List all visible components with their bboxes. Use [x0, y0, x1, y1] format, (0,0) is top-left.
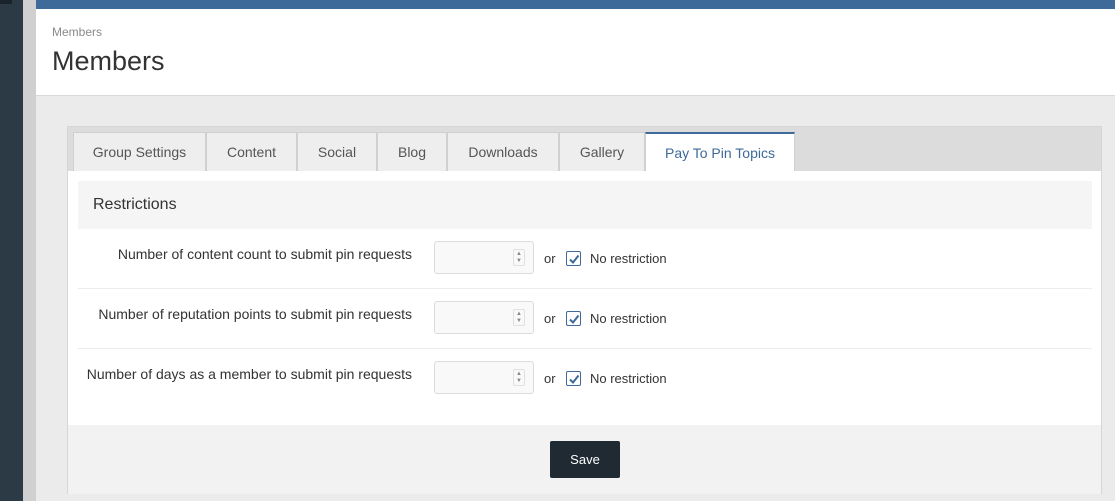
left-gutter — [23, 0, 36, 501]
checkmark-icon — [569, 254, 580, 265]
reputation-points-input[interactable]: ▲ ▼ — [434, 301, 534, 334]
no-restriction-label[interactable]: No restriction — [590, 251, 667, 266]
number-spinner[interactable]: ▲ ▼ — [513, 249, 525, 266]
row-label: Number of content count to submit pin re… — [117, 246, 412, 262]
number-spinner[interactable]: ▲ ▼ — [513, 309, 525, 326]
chevron-down-icon[interactable]: ▼ — [516, 318, 522, 325]
checkmark-icon — [569, 314, 580, 325]
settings-panel: Group Settings Content Social Blog Downl… — [67, 126, 1102, 494]
form-footer: Save — [68, 425, 1101, 494]
chevron-down-icon[interactable]: ▼ — [516, 258, 522, 265]
chevron-up-icon[interactable]: ▲ — [516, 311, 522, 318]
content-area: Group Settings Content Social Blog Downl… — [36, 96, 1115, 501]
row-label: Number of days as a member to submit pin… — [86, 366, 412, 382]
tab-group-settings[interactable]: Group Settings — [73, 132, 206, 171]
setting-row-content-count: Number of content count to submit pin re… — [78, 229, 1092, 289]
number-spinner[interactable]: ▲ ▼ — [513, 369, 525, 386]
no-restriction-checkbox[interactable] — [566, 311, 581, 326]
tab-bar: Group Settings Content Social Blog Downl… — [68, 127, 1101, 171]
no-restriction-label[interactable]: No restriction — [590, 371, 667, 386]
chevron-up-icon[interactable]: ▲ — [516, 371, 522, 378]
tab-content[interactable]: Content — [206, 132, 297, 171]
or-text: or — [544, 251, 556, 266]
no-restriction-label[interactable]: No restriction — [590, 311, 667, 326]
section-title: Restrictions — [93, 196, 177, 213]
top-bar — [36, 0, 1115, 9]
tab-social[interactable]: Social — [297, 132, 377, 171]
row-label: Number of reputation points to submit pi… — [98, 306, 412, 322]
page-title: Members — [52, 46, 165, 76]
no-restriction-checkbox[interactable] — [566, 371, 581, 386]
sidebar-edge — [0, 0, 12, 4]
setting-row-reputation-points: Number of reputation points to submit pi… — [78, 289, 1092, 349]
or-text: or — [544, 371, 556, 386]
left-sidebar — [0, 0, 23, 501]
checkmark-icon — [569, 374, 580, 385]
tab-downloads[interactable]: Downloads — [447, 132, 559, 171]
content-count-input[interactable]: ▲ ▼ — [434, 241, 534, 274]
tab-blog[interactable]: Blog — [377, 132, 447, 171]
no-restriction-checkbox[interactable] — [566, 251, 581, 266]
days-member-input[interactable]: ▲ ▼ — [434, 361, 534, 394]
breadcrumb[interactable]: Members — [52, 25, 102, 39]
page-header: Members Members — [36, 9, 1115, 96]
save-button[interactable]: Save — [550, 441, 620, 478]
section-header: Restrictions — [78, 181, 1092, 229]
tab-pay-to-pin-topics[interactable]: Pay To Pin Topics — [645, 132, 795, 171]
tab-gallery[interactable]: Gallery — [559, 132, 645, 171]
chevron-up-icon[interactable]: ▲ — [516, 251, 522, 258]
or-text: or — [544, 311, 556, 326]
chevron-down-icon[interactable]: ▼ — [516, 378, 522, 385]
setting-row-days-member: Number of days as a member to submit pin… — [78, 349, 1092, 409]
